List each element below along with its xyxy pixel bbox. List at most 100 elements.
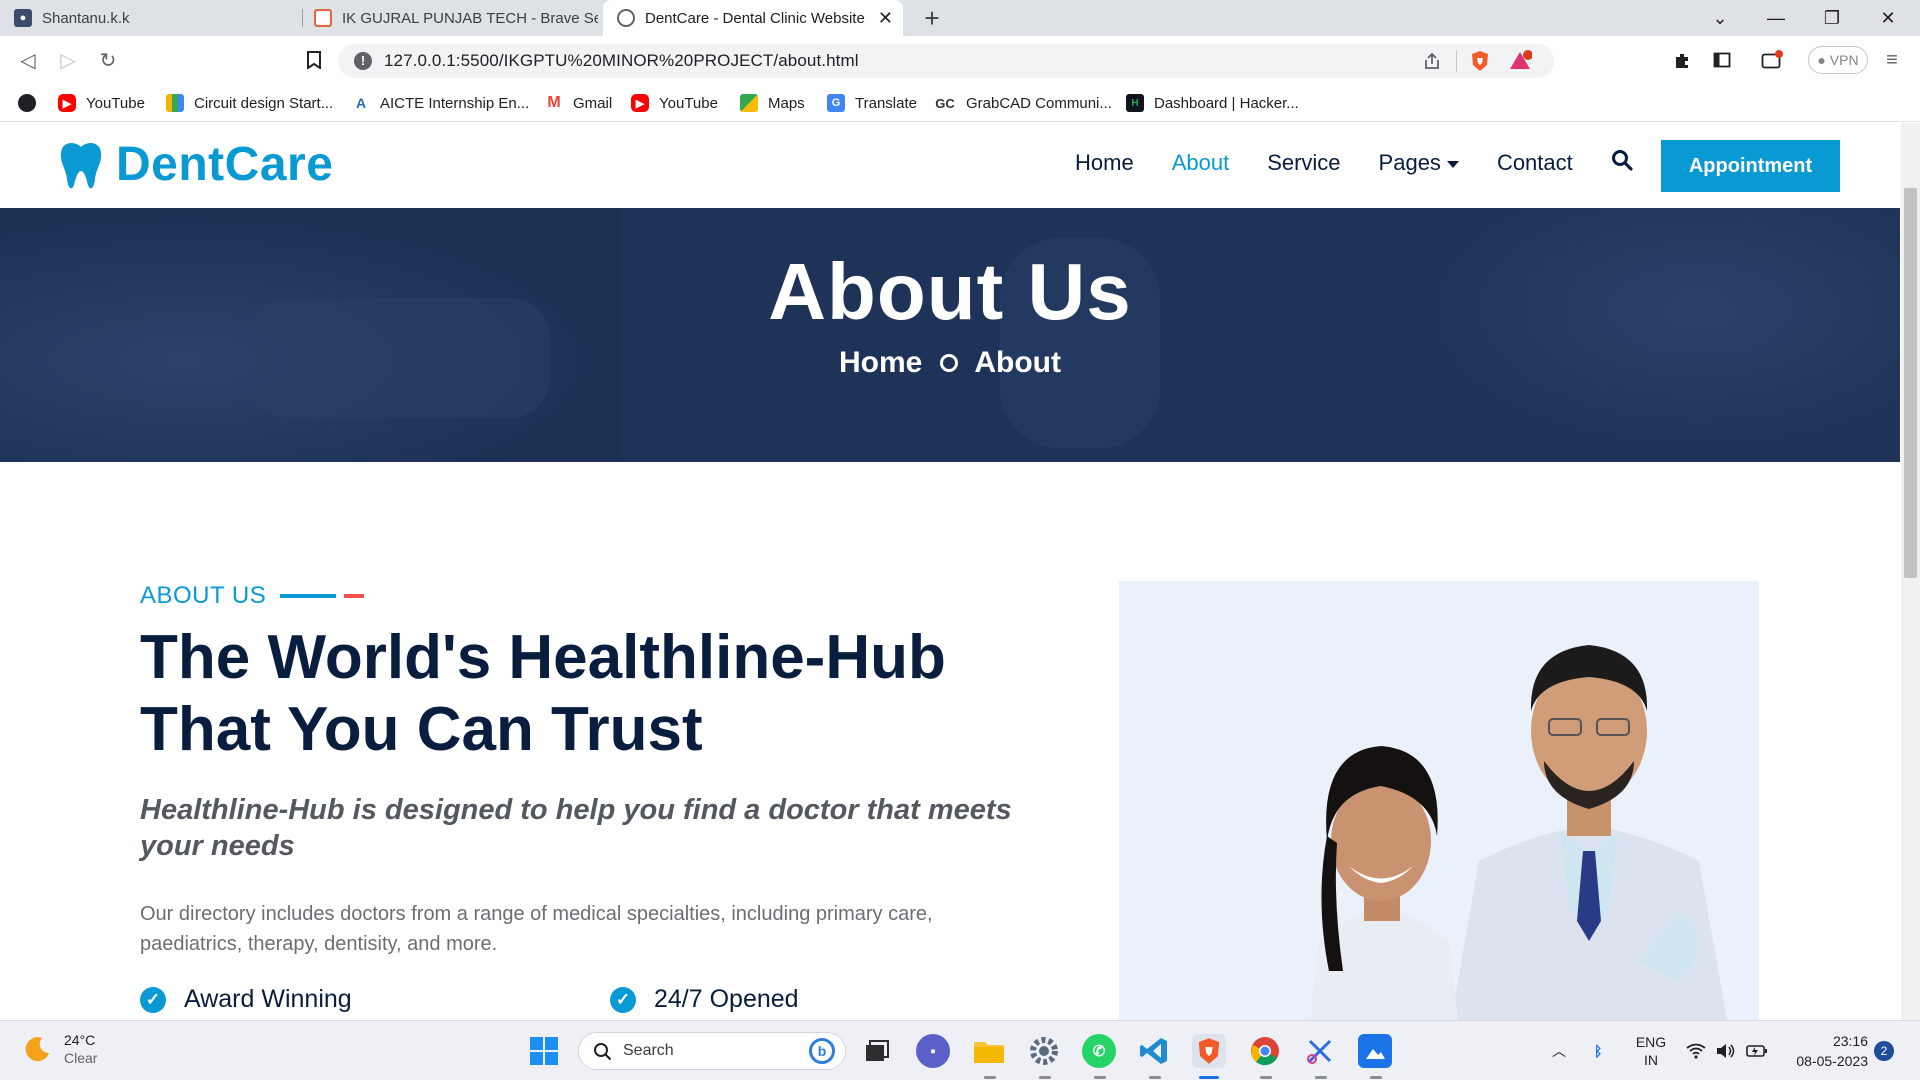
bookmark-label: Circuit design Start...	[194, 94, 334, 112]
lang-bottom: IN	[1644, 1052, 1658, 1068]
bookmark-circuit-design[interactable]: Circuit design Start...	[166, 92, 333, 114]
forward-icon[interactable]: ▷	[52, 44, 84, 76]
nav-home[interactable]: Home	[1075, 150, 1134, 176]
show-hidden-icons-chevron[interactable]: ︿	[1552, 1021, 1566, 1080]
translate-icon: G	[827, 94, 845, 112]
new-tab-button[interactable]: +	[918, 4, 946, 32]
brave-browser-icon[interactable]	[1192, 1034, 1226, 1068]
bookmark-label: Translate	[855, 94, 917, 112]
chrome-icon[interactable]	[1248, 1034, 1282, 1068]
tab-search-chevron-icon[interactable]: ⌄	[1692, 0, 1748, 36]
globe-icon	[18, 94, 36, 112]
nav-about[interactable]: About	[1172, 150, 1230, 176]
sidebar-icon[interactable]	[1706, 44, 1738, 76]
app-active-indicator	[1199, 1076, 1219, 1079]
bookmark-label: Gmail	[573, 94, 613, 112]
teams-chat-icon[interactable]: ▪	[916, 1034, 950, 1068]
address-bar[interactable]: ! 127.0.0.1:5500/IKGPTU%20MINOR%20PROJEC…	[338, 44, 1554, 78]
apps-globe-icon[interactable]	[18, 92, 46, 114]
close-tab-icon[interactable]: ✕	[878, 8, 893, 29]
feature-label: Award Winning	[184, 985, 352, 1013]
check-circle-icon: ✓	[610, 986, 636, 1013]
whatsapp-icon[interactable]: ✆	[1082, 1034, 1116, 1068]
hackerrank-icon: H	[1126, 94, 1144, 112]
reload-icon[interactable]: ↻	[92, 44, 124, 76]
nav-contact[interactable]: Contact	[1497, 150, 1573, 176]
bookmark-icon[interactable]	[298, 44, 330, 76]
grabcad-icon: GC	[934, 94, 956, 112]
url-text[interactable]: 127.0.0.1:5500/IKGPTU%20MINOR%20PROJECT/…	[384, 51, 859, 71]
youtube-icon: ▶	[631, 94, 649, 112]
nav-pages-dropdown[interactable]: Pages	[1379, 150, 1459, 176]
share-icon[interactable]	[1420, 50, 1444, 72]
extensions-icon[interactable]	[1666, 44, 1698, 76]
page-scrollbar[interactable]	[1901, 123, 1920, 1020]
bookmark-translate[interactable]: G Translate	[827, 92, 917, 114]
weather-widget[interactable]: 24°C Clear	[24, 1031, 97, 1067]
back-icon[interactable]: ◁	[12, 44, 44, 76]
system-clock[interactable]: 23:16 08-05-2023	[1782, 1031, 1868, 1071]
omnibox-divider	[1456, 50, 1457, 72]
volume-icon[interactable]	[1716, 1021, 1736, 1080]
page-viewport: DentCare Home About Service Pages Contac…	[0, 123, 1920, 1020]
nav-service[interactable]: Service	[1267, 150, 1340, 176]
tab-shantanu[interactable]: ● Shantanu.k.k	[14, 0, 294, 36]
snipping-tool-icon[interactable]	[1303, 1034, 1337, 1068]
bookmark-youtube[interactable]: ▶ YouTube	[58, 92, 145, 114]
tab-separator	[302, 9, 303, 27]
weather-temp: 24°C	[64, 1032, 96, 1048]
file-explorer-icon[interactable]	[972, 1034, 1006, 1068]
page-header-banner: About Us Home About	[0, 208, 1900, 462]
windows-start-icon[interactable]	[527, 1034, 561, 1068]
input-language-indicator[interactable]: ENG IN	[1634, 1021, 1668, 1080]
bookmark-gmail[interactable]: M Gmail	[545, 92, 612, 114]
nav-pages-label: Pages	[1378, 150, 1441, 175]
notification-badge[interactable]: 2	[1874, 1041, 1894, 1061]
bookmark-hackerrank[interactable]: H Dashboard | Hacker...	[1126, 92, 1299, 114]
gmail-icon: M	[545, 94, 563, 112]
settings-gear-icon[interactable]	[1027, 1034, 1061, 1068]
menu-icon[interactable]: ≡	[1876, 44, 1908, 76]
tab-brave-search[interactable]: IK GUJRAL PUNJAB TECH - Brave Search	[314, 0, 598, 36]
scrollbar-thumb[interactable]	[1904, 188, 1917, 578]
tab-dentcare[interactable]: DentCare - Dental Clinic Website ✕	[603, 0, 903, 36]
feature-label: 24/7 Opened	[654, 985, 799, 1013]
bookmark-grabcad[interactable]: GC GrabCAD Communi...	[934, 92, 1112, 114]
close-window-button[interactable]: ✕	[1860, 0, 1916, 36]
breadcrumb: Home About	[0, 346, 1900, 380]
eyebrow-bar-accent	[344, 594, 365, 598]
browser-toolbar: ◁ ▷ ↻ ! 127.0.0.1:5500/IKGPTU%20MINOR%20…	[0, 36, 1920, 84]
breadcrumb-home[interactable]: Home	[839, 346, 922, 380]
brave-rewards-icon[interactable]	[1506, 50, 1534, 72]
search-icon[interactable]	[1611, 149, 1633, 177]
section-tagline: Healthline-Hub is designed to help you f…	[140, 794, 1012, 862]
breadcrumb-separator-icon	[940, 354, 959, 372]
wifi-icon[interactable]	[1686, 1021, 1706, 1080]
bookmark-maps[interactable]: Maps	[740, 92, 805, 114]
vscode-icon[interactable]	[1137, 1034, 1171, 1068]
bing-chat-icon[interactable]: b	[809, 1038, 835, 1064]
app-running-indicator	[1149, 1076, 1161, 1079]
taskbar-search-placeholder: Search	[623, 1042, 674, 1059]
task-view-icon[interactable]	[860, 1034, 894, 1068]
restore-button[interactable]: ❐	[1804, 0, 1860, 36]
taskbar-search[interactable]: Search b	[578, 1032, 846, 1070]
site-info-icon[interactable]: !	[354, 52, 372, 70]
wallet-icon[interactable]	[1756, 44, 1788, 76]
app-running-indicator	[984, 1076, 996, 1079]
app-running-indicator	[1370, 1076, 1382, 1079]
battery-icon[interactable]	[1746, 1021, 1768, 1080]
bookmark-aicte[interactable]: A AICTE Internship En...	[352, 92, 529, 114]
bluetooth-icon[interactable]: ᛒ	[1594, 1021, 1602, 1080]
check-circle-icon: ✓	[140, 986, 166, 1013]
eyebrow-bar	[280, 594, 337, 598]
site-logo[interactable]: DentCare	[58, 137, 333, 192]
bookmark-youtube-2[interactable]: ▶ YouTube	[631, 92, 718, 114]
brave-shields-icon[interactable]	[1468, 50, 1492, 72]
appointment-button[interactable]: Appointment	[1661, 140, 1840, 192]
minimize-button[interactable]: —	[1748, 0, 1804, 36]
vpn-button[interactable]: ● VPN	[1808, 46, 1868, 74]
photos-app-icon[interactable]	[1358, 1034, 1392, 1068]
maps-icon	[740, 94, 758, 112]
bookmark-label: YouTube	[659, 94, 718, 112]
